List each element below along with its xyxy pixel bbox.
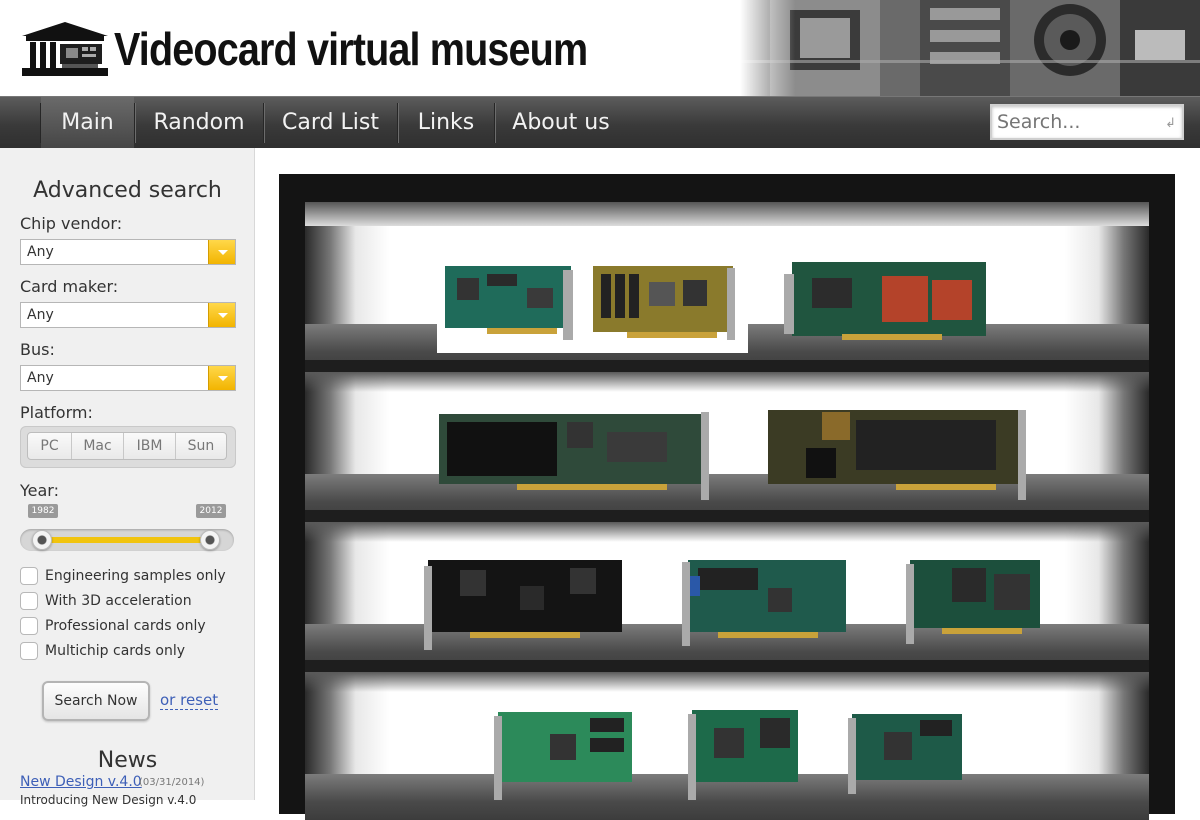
videocard-thumbnail[interactable] bbox=[437, 408, 709, 504]
year-min-handle[interactable] bbox=[32, 530, 52, 550]
nav-about-us[interactable]: About us bbox=[495, 97, 627, 149]
news-item-date: (03/31/2014) bbox=[139, 777, 205, 788]
advanced-search-title: Advanced search bbox=[33, 178, 222, 203]
chip-vendor-label: Chip vendor: bbox=[20, 214, 123, 233]
videocard-image-icon bbox=[494, 712, 632, 800]
shelf-edge bbox=[305, 360, 1149, 372]
videocard-thumbnail[interactable] bbox=[420, 556, 626, 654]
news-item-intro: Introducing New Design v.4.0 bbox=[20, 793, 197, 807]
year-label: Year: bbox=[20, 481, 59, 500]
shelf-shadow bbox=[305, 672, 1149, 692]
dropdown-arrow-icon[interactable] bbox=[208, 303, 235, 327]
videocard-image-icon bbox=[682, 560, 846, 646]
platform-pc-button[interactable]: PC bbox=[28, 433, 72, 459]
museum-logo-icon bbox=[22, 22, 108, 76]
professional-cards-checkbox[interactable]: Professional cards only bbox=[20, 616, 206, 636]
enter-icon: ↲ bbox=[1165, 116, 1176, 131]
nav-random[interactable]: Random bbox=[135, 97, 263, 149]
year-max-tag: 2012 bbox=[196, 504, 226, 518]
platform-sun-button[interactable]: Sun bbox=[176, 433, 226, 459]
platform-label: Platform: bbox=[20, 403, 93, 422]
videocard-thumbnail[interactable] bbox=[844, 710, 964, 794]
videocard-image-icon bbox=[439, 412, 709, 500]
nav-links[interactable]: Links bbox=[398, 97, 494, 149]
reset-link[interactable]: or reset bbox=[160, 691, 219, 710]
platform-mac-button[interactable]: Mac bbox=[72, 433, 124, 459]
year-max-handle[interactable] bbox=[200, 530, 220, 550]
header-circuit-image bbox=[740, 0, 1200, 96]
3d-acceleration-checkbox[interactable]: With 3D acceleration bbox=[20, 591, 192, 611]
news-item-link[interactable]: New Design v.4.0 bbox=[20, 774, 142, 790]
checkbox-icon[interactable] bbox=[20, 617, 38, 635]
videocard-thumbnail[interactable] bbox=[684, 708, 800, 800]
advanced-search-sidebar: Advanced search Chip vendor: Any Card ma… bbox=[0, 148, 255, 807]
nav-main[interactable]: Main bbox=[41, 97, 134, 149]
shelf-edge bbox=[305, 510, 1149, 522]
site-title: Videocard virtual museum bbox=[114, 23, 588, 75]
year-min-tag: 1982 bbox=[28, 504, 58, 518]
engineering-samples-checkbox[interactable]: Engineering samples only bbox=[20, 566, 226, 586]
multichip-cards-checkbox[interactable]: Multichip cards only bbox=[20, 641, 185, 661]
search-input[interactable] bbox=[992, 106, 1162, 138]
shelf-edge bbox=[305, 660, 1149, 672]
chip-vendor-select[interactable]: Any bbox=[20, 239, 236, 265]
dropdown-arrow-icon[interactable] bbox=[208, 366, 235, 390]
cabinet-top-shadow bbox=[305, 202, 1149, 226]
videocard-thumbnail[interactable] bbox=[782, 258, 990, 348]
search-now-button[interactable]: Search Now bbox=[42, 681, 150, 721]
platform-ibm-button[interactable]: IBM bbox=[124, 433, 176, 459]
news-title: News bbox=[97, 748, 158, 773]
year-range-fill bbox=[44, 537, 212, 543]
platform-button-group: PC Mac IBM Sun bbox=[27, 432, 227, 460]
videocard-thumbnail[interactable] bbox=[678, 558, 848, 650]
nav-card-list[interactable]: Card List bbox=[264, 97, 397, 149]
bus-label: Bus: bbox=[20, 340, 55, 359]
videocard-image-icon bbox=[768, 410, 1026, 500]
checkbox-label: Professional cards only bbox=[45, 618, 206, 634]
videocard-image-icon bbox=[445, 266, 735, 340]
card-maker-label: Card maker: bbox=[20, 277, 119, 296]
year-range-slider[interactable] bbox=[20, 529, 234, 551]
videocard-pair-thumbnail[interactable] bbox=[437, 258, 748, 353]
shelf-shadow bbox=[305, 522, 1149, 542]
checkbox-icon[interactable] bbox=[20, 567, 38, 585]
videocard-thumbnail[interactable] bbox=[490, 708, 636, 800]
site-logo[interactable]: Videocard virtual museum bbox=[22, 22, 664, 76]
videocard-image-icon bbox=[424, 560, 622, 650]
chip-vendor-value: Any bbox=[27, 244, 54, 260]
platform-selector: PC Mac IBM Sun bbox=[20, 426, 236, 468]
videocard-image-icon bbox=[906, 560, 1040, 644]
videocard-thumbnail[interactable] bbox=[902, 558, 1042, 648]
shelf-shadow bbox=[305, 372, 1149, 392]
checkbox-label: With 3D acceleration bbox=[45, 593, 192, 609]
bus-value: Any bbox=[27, 370, 54, 386]
checkbox-label: Engineering samples only bbox=[45, 568, 226, 584]
card-maker-value: Any bbox=[27, 307, 54, 323]
dropdown-arrow-icon[interactable] bbox=[208, 240, 235, 264]
checkbox-icon[interactable] bbox=[20, 592, 38, 610]
card-maker-select[interactable]: Any bbox=[20, 302, 236, 328]
videocard-image-icon bbox=[688, 710, 798, 800]
site-header: Videocard virtual museum bbox=[0, 0, 1200, 96]
bus-select[interactable]: Any bbox=[20, 365, 236, 391]
site-search: ↲ bbox=[990, 104, 1184, 140]
checkbox-label: Multichip cards only bbox=[45, 643, 186, 659]
videocard-image-icon bbox=[784, 262, 986, 340]
videocard-image-icon bbox=[848, 714, 962, 794]
videocard-thumbnail[interactable] bbox=[766, 406, 1028, 504]
checkbox-icon[interactable] bbox=[20, 642, 38, 660]
